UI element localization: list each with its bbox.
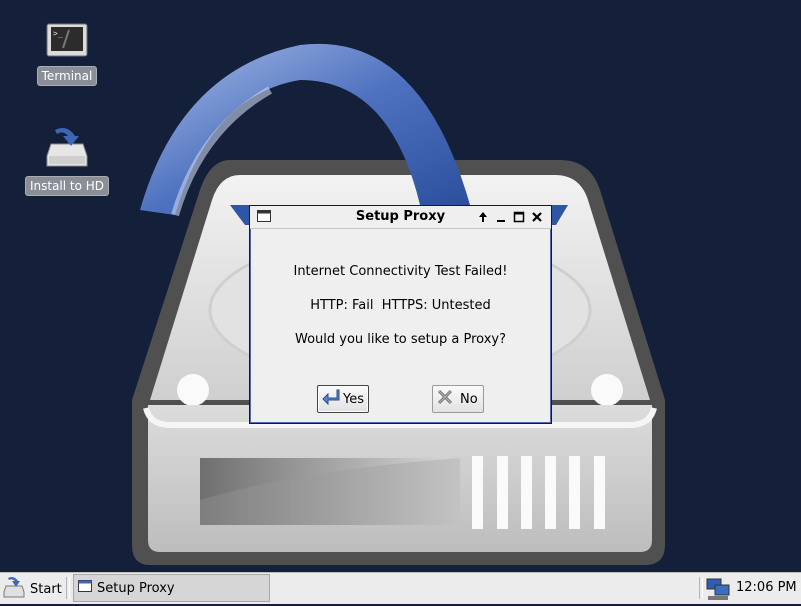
- start-button[interactable]: Start: [2, 576, 62, 602]
- pin-up-icon[interactable]: [476, 210, 490, 224]
- start-label: Start: [30, 581, 62, 597]
- proxy-question-text: Would you like to setup a Proxy?: [294, 332, 506, 347]
- yes-label: Yes: [343, 391, 364, 407]
- minimize-icon[interactable]: [494, 210, 508, 224]
- terminal-icon: >_: [22, 22, 112, 62]
- install-drive-icon: [22, 126, 112, 172]
- close-icon[interactable]: [530, 210, 544, 224]
- protocol-status-text: HTTP: Fail HTTPS: Untested: [310, 298, 491, 313]
- start-icon: [2, 576, 26, 602]
- taskbar-item-label: Setup Proxy: [97, 580, 175, 596]
- maximize-icon[interactable]: [512, 210, 526, 224]
- terminal-label: Terminal: [36, 66, 98, 86]
- desktop: >_ Terminal Install to HD Setup Proxy In…: [0, 0, 801, 572]
- tray-separator: [699, 577, 703, 599]
- taskbar: Start Setup Proxy 12:06 PM: [0, 572, 801, 604]
- desktop-icon-install-to-hd[interactable]: Install to HD: [22, 126, 112, 196]
- desktop-icon-terminal[interactable]: >_ Terminal: [22, 22, 112, 86]
- connectivity-failed-text: Internet Connectivity Test Failed!: [293, 264, 508, 279]
- yes-button[interactable]: Yes: [317, 385, 369, 413]
- svg-text:>_: >_: [53, 29, 63, 38]
- window-icon: [78, 580, 92, 596]
- taskbar-separator: [66, 577, 70, 599]
- dialog-titlebar[interactable]: Setup Proxy: [250, 206, 551, 229]
- no-button[interactable]: No: [432, 385, 484, 413]
- no-label: No: [460, 391, 478, 407]
- taskbar-item-setup-proxy[interactable]: Setup Proxy: [73, 574, 270, 602]
- enter-arrow-icon: [321, 388, 341, 410]
- x-mark-icon: [436, 388, 454, 410]
- clock: 12:06 PM: [736, 580, 797, 595]
- install-to-hd-label: Install to HD: [24, 176, 110, 196]
- setup-proxy-dialog: Setup Proxy Internet Connectivity Test F…: [249, 205, 552, 424]
- network-icon[interactable]: [705, 576, 731, 606]
